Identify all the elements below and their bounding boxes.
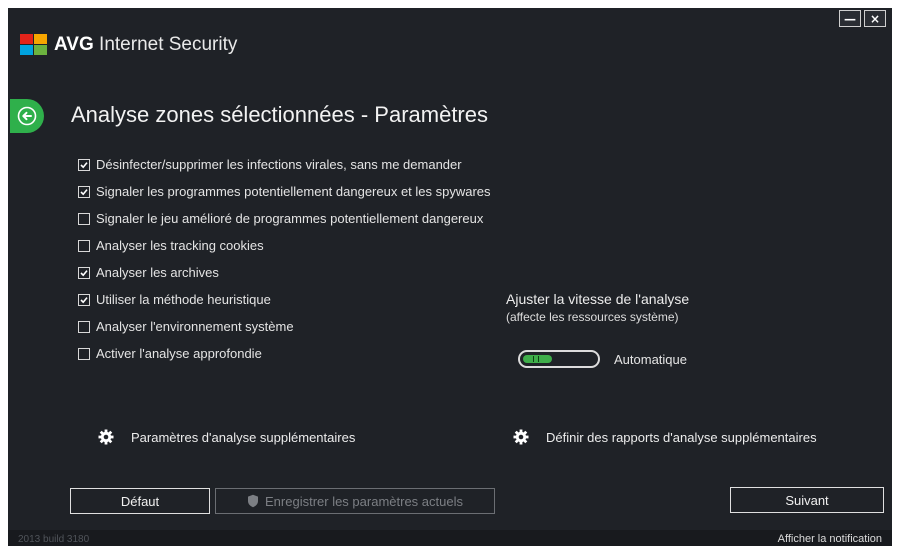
status-bar: 2013 build 3180 Afficher la notification [8,530,892,546]
shield-icon [248,494,258,508]
additional-reports-link[interactable]: Définir des rapports d'analyse supplémen… [513,429,817,445]
app-product: Internet Security [93,34,238,55]
checkbox[interactable] [78,212,90,225]
option-label: Analyser l'environnement système [96,319,294,334]
speed-title: Ajuster la vitesse de l'analyse [506,291,690,307]
additional-reports-label: Définir des rapports d'analyse supplémen… [546,429,817,445]
app-window: — × AVG Internet Security Analyse zones … [8,8,892,546]
speed-subtitle: (affecte les ressources système) [506,310,679,324]
minimize-button[interactable]: — [839,10,861,27]
checkbox[interactable] [78,266,90,279]
checkmark-icon [80,296,88,303]
window-controls: — × [839,10,886,27]
option-disinfect[interactable]: Désinfecter/supprimer les infections vir… [78,151,491,178]
save-settings-label: Enregistrer les paramètres actuels [265,493,463,509]
checkbox[interactable] [78,320,90,333]
option-heuristics[interactable]: Utiliser la méthode heuristique [78,286,491,313]
app-header: AVG Internet Security [20,34,237,56]
back-arrow-icon [17,106,37,126]
checkbox[interactable] [78,158,90,171]
option-report-enhanced-pup[interactable]: Signaler le jeu amélioré de programmes p… [78,205,491,232]
checkbox[interactable] [78,347,90,360]
gear-icon [98,429,114,445]
gear-icon [513,429,529,445]
option-label: Utiliser la méthode heuristique [96,292,271,307]
option-archives[interactable]: Analyser les archives [78,259,491,286]
checkbox[interactable] [78,185,90,198]
option-label: Analyser les tracking cookies [96,238,264,253]
speed-slider[interactable] [518,350,600,368]
additional-scan-settings-label: Paramètres d'analyse supplémentaires [131,429,356,445]
option-thorough-scan[interactable]: Activer l'analyse approfondie [78,340,491,367]
avg-logo-icon [20,34,48,56]
page-title: Analyse zones sélectionnées - Paramètres [71,102,488,127]
show-notification-link[interactable]: Afficher la notification [778,533,882,545]
option-report-pup[interactable]: Signaler les programmes potentiellement … [78,178,491,205]
save-settings-button[interactable]: Enregistrer les paramètres actuels [215,488,495,514]
speed-slider-handle[interactable] [533,356,539,362]
default-button[interactable]: Défaut [70,488,210,514]
speed-value-label: Automatique [614,351,687,367]
option-label: Signaler le jeu amélioré de programmes p… [96,211,484,226]
checkbox[interactable] [78,239,90,252]
close-button[interactable]: × [864,10,886,27]
speed-control: Automatique [518,350,687,368]
app-brand: AVG [54,34,94,55]
checkmark-icon [80,188,88,195]
option-label: Activer l'analyse approfondie [96,346,262,361]
option-label: Désinfecter/supprimer les infections vir… [96,157,462,172]
additional-scan-settings-link[interactable]: Paramètres d'analyse supplémentaires [98,429,355,445]
option-label: Signaler les programmes potentiellement … [96,184,491,199]
back-button[interactable] [10,99,44,133]
scan-options-list: Désinfecter/supprimer les infections vir… [78,151,491,367]
checkmark-icon [80,161,88,168]
app-name: AVG Internet Security [54,34,237,56]
scan-speed-section: Ajuster la vitesse de l'analyse (affecte… [506,291,689,324]
checkmark-icon [80,269,88,276]
next-button[interactable]: Suivant [730,487,884,513]
checkbox[interactable] [78,293,90,306]
option-label: Analyser les archives [96,265,219,280]
option-tracking-cookies[interactable]: Analyser les tracking cookies [78,232,491,259]
option-system-environment[interactable]: Analyser l'environnement système [78,313,491,340]
version-label: 2013 build 3180 [18,534,90,545]
